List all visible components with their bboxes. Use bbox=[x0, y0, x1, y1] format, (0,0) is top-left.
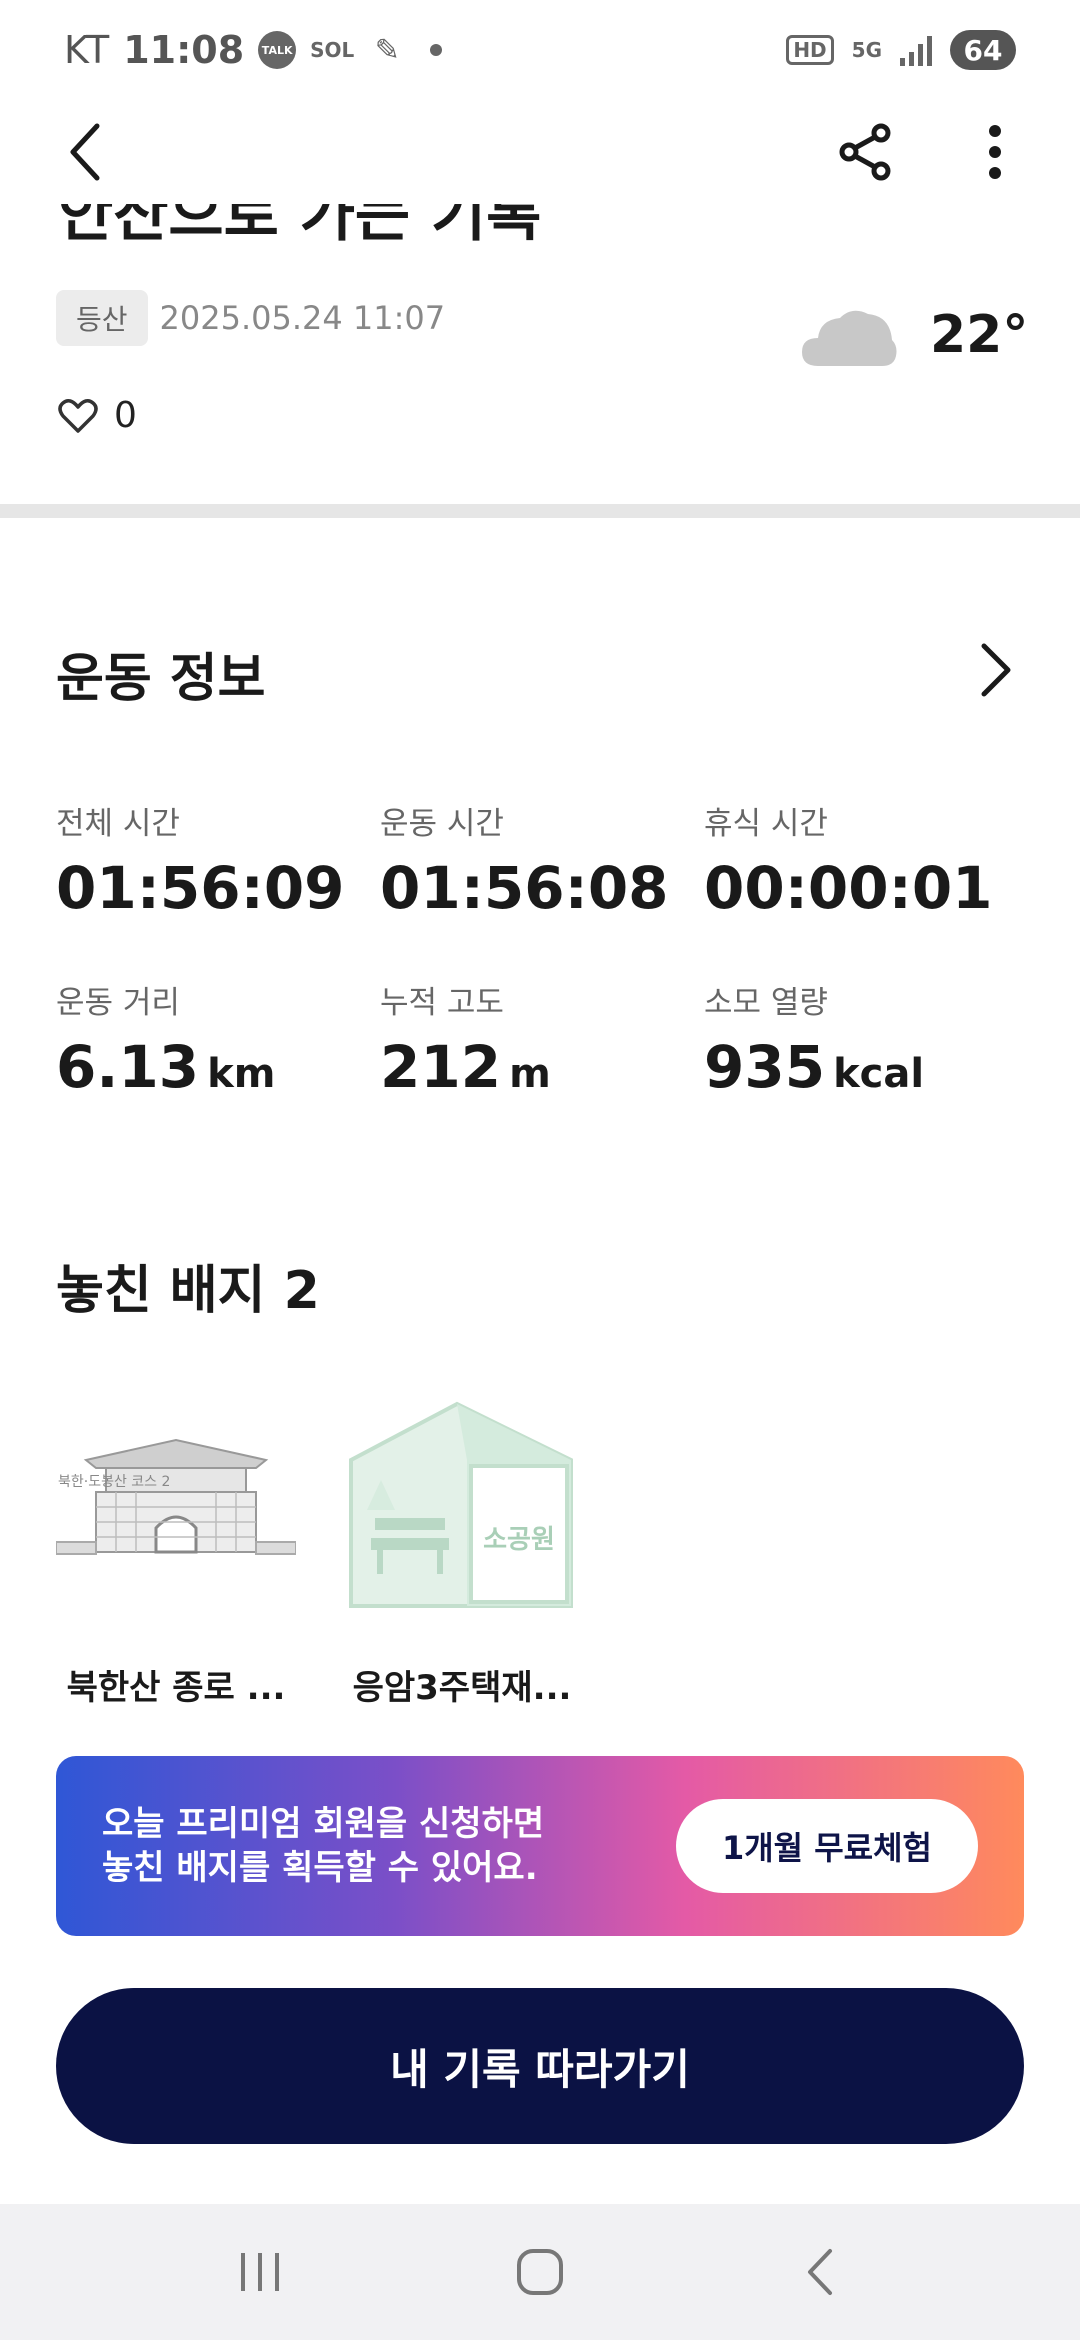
activity-tag: 등산 bbox=[56, 290, 148, 346]
like-row[interactable]: 0 bbox=[58, 395, 137, 436]
carrier-label: KT bbox=[64, 28, 110, 72]
badge-name: 응암3주택재... bbox=[352, 1668, 572, 1708]
premium-line-2: 놓친 배지를 획득할 수 있어요. bbox=[102, 1848, 538, 1888]
hd-icon: HD bbox=[786, 35, 834, 65]
premium-line-1: 오늘 프리미엄 회원을 신청하면 bbox=[102, 1803, 545, 1844]
recent-apps-icon bbox=[241, 2253, 279, 2291]
back-arrow-icon bbox=[808, 2249, 832, 2295]
feather-icon: ✎ bbox=[374, 32, 400, 68]
system-navigation-bar bbox=[0, 2204, 1080, 2340]
stat-elevation: 누적 고도 212 m bbox=[380, 977, 704, 1100]
badge-item[interactable]: 소공원 응암3주택재... bbox=[342, 1390, 582, 1709]
battery-icon: 64 bbox=[950, 30, 1016, 70]
stat-unit: kcal bbox=[833, 1050, 925, 1097]
stat-rest-time: 휴식 시간 00:00:01 bbox=[704, 798, 1028, 921]
stat-unit: km bbox=[207, 1050, 276, 1097]
record-datetime: 2025.05.24 11:07 bbox=[159, 299, 446, 337]
fortress-gate-icon: 북한·도봉산 코스 2 bbox=[56, 1438, 296, 1555]
badge-image: 소공원 bbox=[342, 1390, 582, 1620]
cloud-icon bbox=[802, 310, 897, 366]
stat-value: 6.13 bbox=[56, 1032, 200, 1101]
status-left: KT 11:08 TALK SOL ✎ bbox=[64, 28, 443, 72]
section-divider bbox=[0, 504, 1080, 518]
follow-record-button[interactable]: 내 기록 따라가기 bbox=[56, 1988, 1024, 2144]
clock: 11:08 bbox=[123, 28, 245, 72]
stat-label: 운동 거리 bbox=[56, 984, 180, 1021]
free-trial-button[interactable]: 1개월 무료체험 bbox=[675, 1799, 978, 1893]
more-options-button[interactable] bbox=[960, 117, 1030, 187]
chevron-left-icon bbox=[70, 123, 100, 181]
stat-value: 212 bbox=[380, 1032, 502, 1101]
back-button[interactable] bbox=[50, 117, 120, 187]
badge-overlay-text: 북한·도봉산 코스 2 bbox=[58, 1474, 170, 1490]
stat-distance: 운동 거리 6.13 km bbox=[56, 977, 380, 1100]
signal-icon bbox=[900, 34, 932, 66]
chevron-right-icon[interactable] bbox=[970, 640, 1020, 700]
stat-moving-time: 운동 시간 01:56:08 bbox=[380, 798, 704, 921]
stat-value: 01:56:09 bbox=[56, 854, 345, 922]
record-meta: 등산 2025.05.24 11:07 bbox=[56, 290, 445, 346]
badge-item[interactable]: 북한·도봉산 코스 2 북한산 종로 ... bbox=[56, 1390, 296, 1709]
network-5g-icon: 5G bbox=[851, 38, 882, 62]
premium-banner[interactable]: 오늘 프리미엄 회원을 신청하면 놓친 배지를 획득할 수 있어요. 1개월 무… bbox=[56, 1756, 1024, 1936]
stat-value: 01:56:08 bbox=[380, 854, 669, 922]
exercise-info-title: 운동 정보 bbox=[56, 649, 266, 709]
stat-label: 휴식 시간 bbox=[704, 806, 828, 842]
weather: 22° bbox=[800, 300, 1028, 370]
kakaotalk-icon: TALK bbox=[258, 31, 297, 69]
sol-bank-icon: SOL bbox=[310, 38, 355, 62]
small-park-icon: 소공원 bbox=[349, 1401, 573, 1608]
status-right: HD 5G 64 bbox=[786, 30, 1016, 70]
stat-label: 전체 시간 bbox=[56, 806, 180, 842]
badge-overlay-text: 소공원 bbox=[483, 1525, 555, 1555]
exercise-stats: 전체 시간 01:56:09 운동 시간 01:56:08 휴식 시간 00:0… bbox=[56, 798, 1036, 1100]
stat-label: 소모 열량 bbox=[704, 984, 828, 1021]
notification-dot-icon bbox=[430, 44, 443, 56]
stat-unit: m bbox=[509, 1050, 551, 1097]
missed-badges-list: 북한·도봉산 코스 2 북한산 종로 ... 소공원 응암3주택재... bbox=[56, 1390, 582, 1709]
share-button[interactable] bbox=[830, 117, 900, 187]
temperature: 22° bbox=[930, 305, 1029, 365]
badge-image: 북한·도봉산 코스 2 bbox=[56, 1390, 296, 1620]
premium-message: 오늘 프리미엄 회원을 신청하면 놓친 배지를 획득할 수 있어요. bbox=[102, 1802, 544, 1890]
status-bar: KT 11:08 TALK SOL ✎ HD 5G 64 bbox=[0, 0, 1080, 100]
missed-badges-title: 놓친 배지 2 bbox=[56, 1261, 320, 1321]
nav-actions bbox=[830, 117, 1030, 187]
stat-calories: 소모 열량 935 kcal bbox=[704, 977, 1028, 1100]
record-title-container: 안산으로 가는 기록 bbox=[58, 204, 858, 244]
like-count: 0 bbox=[114, 395, 137, 436]
share-icon bbox=[839, 123, 891, 181]
stat-value: 00:00:01 bbox=[704, 854, 993, 922]
heart-icon[interactable] bbox=[58, 398, 98, 434]
stat-value-row: 935 kcal bbox=[704, 1032, 1028, 1101]
top-navigation bbox=[0, 100, 1080, 204]
system-back-button[interactable] bbox=[775, 2227, 865, 2317]
stat-label: 누적 고도 bbox=[380, 984, 504, 1021]
badge-name: 북한산 종로 ... bbox=[66, 1668, 286, 1708]
recent-apps-button[interactable] bbox=[215, 2227, 305, 2317]
home-icon bbox=[517, 2249, 563, 2295]
record-title: 안산으로 가는 기록 bbox=[58, 204, 542, 244]
stat-value: 935 bbox=[704, 1032, 826, 1101]
stat-total-time: 전체 시간 01:56:09 bbox=[56, 798, 380, 921]
stat-value-row: 6.13 km bbox=[56, 1032, 380, 1101]
home-button[interactable] bbox=[495, 2227, 585, 2317]
more-vertical-icon bbox=[989, 125, 1001, 179]
stat-value-row: 212 m bbox=[380, 1032, 704, 1101]
stat-label: 운동 시간 bbox=[380, 806, 504, 842]
